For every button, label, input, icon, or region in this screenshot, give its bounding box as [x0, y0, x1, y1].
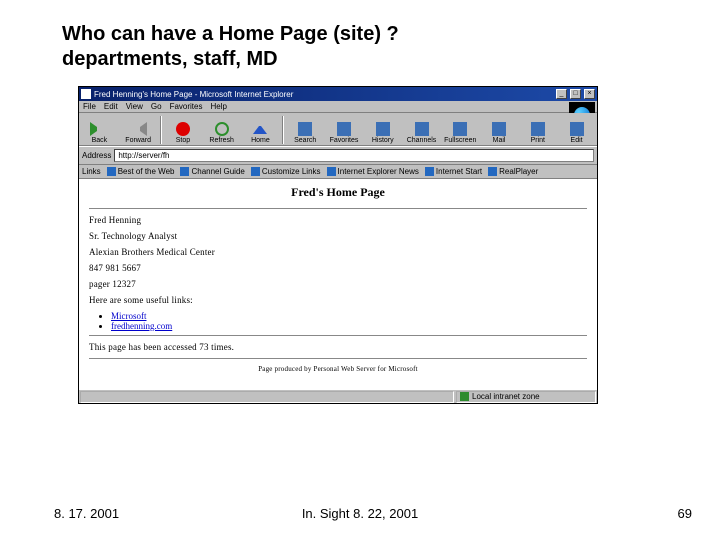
- channels-button[interactable]: Channels: [403, 115, 440, 145]
- menu-view[interactable]: View: [126, 102, 143, 111]
- toolbar: Back Forward Stop Refresh Home Search Fa…: [79, 113, 597, 146]
- toolbar-separator: [160, 116, 162, 144]
- history-icon: [376, 122, 390, 136]
- forward-arrow-icon: [133, 122, 147, 136]
- stop-icon: [176, 122, 190, 136]
- minimize-button[interactable]: _: [556, 89, 567, 99]
- slide-title: Who can have a Home Page (site) ? depart…: [62, 22, 399, 72]
- edit-button[interactable]: Edit: [558, 115, 595, 145]
- list-item: Microsoft: [111, 311, 587, 321]
- fullscreen-button[interactable]: Fullscreen: [442, 115, 479, 145]
- close-button[interactable]: ×: [584, 89, 595, 99]
- favorites-button[interactable]: Favorites: [326, 115, 363, 145]
- author-pager: pager 12327: [89, 279, 587, 289]
- link-realplayer[interactable]: RealPlayer: [488, 167, 538, 176]
- print-button[interactable]: Print: [519, 115, 556, 145]
- back-button[interactable]: Back: [81, 115, 118, 145]
- address-input[interactable]: http://server/fh: [114, 149, 594, 162]
- link-icon: [327, 167, 336, 176]
- channels-icon: [415, 122, 429, 136]
- back-arrow-icon: [90, 122, 104, 136]
- link-icon: [180, 167, 189, 176]
- links-bar: Links Best of the Web Channel Guide Cust…: [79, 165, 597, 179]
- footer-page-number: 69: [678, 506, 692, 521]
- search-icon: [298, 122, 312, 136]
- footer-center: In. Sight 8. 22, 2001: [0, 506, 720, 521]
- titlebar: Fred Henning's Home Page - Microsoft Int…: [79, 87, 597, 101]
- print-icon: [531, 122, 545, 136]
- menu-favorites[interactable]: Favorites: [170, 102, 203, 111]
- hit-counter: This page has been accessed 73 times.: [89, 342, 587, 352]
- toolbar-separator: [282, 116, 284, 144]
- link-best-of-web[interactable]: Best of the Web: [107, 167, 175, 176]
- author-name: Fred Henning: [89, 215, 587, 225]
- link-channel-guide[interactable]: Channel Guide: [180, 167, 244, 176]
- menu-edit[interactable]: Edit: [104, 102, 118, 111]
- history-button[interactable]: History: [364, 115, 401, 145]
- refresh-icon: [215, 122, 229, 136]
- menu-go[interactable]: Go: [151, 102, 162, 111]
- stop-button[interactable]: Stop: [165, 115, 202, 145]
- page-content: Fred's Home Page Fred Henning Sr. Techno…: [79, 179, 597, 389]
- page-link-microsoft[interactable]: Microsoft: [111, 311, 147, 321]
- link-icon: [107, 167, 116, 176]
- link-internet-start[interactable]: Internet Start: [425, 167, 482, 176]
- zone-icon: [460, 392, 469, 401]
- menu-file[interactable]: File: [83, 102, 96, 111]
- fullscreen-icon: [453, 122, 467, 136]
- author-phone: 847 981 5667: [89, 263, 587, 273]
- window-title: Fred Henning's Home Page - Microsoft Int…: [94, 90, 553, 99]
- page-link-list: Microsoft fredhenning.com: [111, 311, 587, 331]
- home-icon: [253, 120, 267, 134]
- link-icon: [425, 167, 434, 176]
- status-text: Local intranet zone: [472, 392, 540, 401]
- mail-button[interactable]: Mail: [481, 115, 518, 145]
- edit-icon: [570, 122, 584, 136]
- status-zone: Local intranet zone: [456, 391, 596, 403]
- address-bar: Address http://server/fh: [79, 146, 597, 165]
- menu-help[interactable]: Help: [210, 102, 226, 111]
- mail-icon: [492, 122, 506, 136]
- status-bar: Local intranet zone: [79, 389, 597, 403]
- menubar: File Edit View Go Favorites Help: [79, 101, 597, 113]
- divider: [89, 208, 587, 209]
- links-intro: Here are some useful links:: [89, 295, 587, 305]
- ie-browser-window: Fred Henning's Home Page - Microsoft Int…: [78, 86, 598, 404]
- links-label: Links: [82, 167, 101, 176]
- link-ie-news[interactable]: Internet Explorer News: [327, 167, 419, 176]
- slide-title-line1: Who can have a Home Page (site) ?: [62, 22, 399, 47]
- page-heading: Fred's Home Page: [89, 185, 587, 200]
- author-org: Alexian Brothers Medical Center: [89, 247, 587, 257]
- author-title: Sr. Technology Analyst: [89, 231, 587, 241]
- page-link-fredhenning[interactable]: fredhenning.com: [111, 321, 172, 331]
- star-icon: [337, 122, 351, 136]
- link-icon: [488, 167, 497, 176]
- page-footer-note: Page produced by Personal Web Server for…: [89, 365, 587, 373]
- list-item: fredhenning.com: [111, 321, 587, 331]
- search-button[interactable]: Search: [287, 115, 324, 145]
- divider: [89, 335, 587, 336]
- maximize-button[interactable]: □: [570, 89, 581, 99]
- home-button[interactable]: Home: [242, 115, 279, 145]
- link-icon: [251, 167, 260, 176]
- divider: [89, 358, 587, 359]
- link-customize-links[interactable]: Customize Links: [251, 167, 321, 176]
- status-pane: [80, 391, 454, 403]
- slide-title-line2: departments, staff, MD: [62, 47, 399, 72]
- address-label: Address: [82, 151, 111, 160]
- ie-page-icon: [81, 89, 91, 99]
- refresh-button[interactable]: Refresh: [203, 115, 240, 145]
- forward-button[interactable]: Forward: [120, 115, 157, 145]
